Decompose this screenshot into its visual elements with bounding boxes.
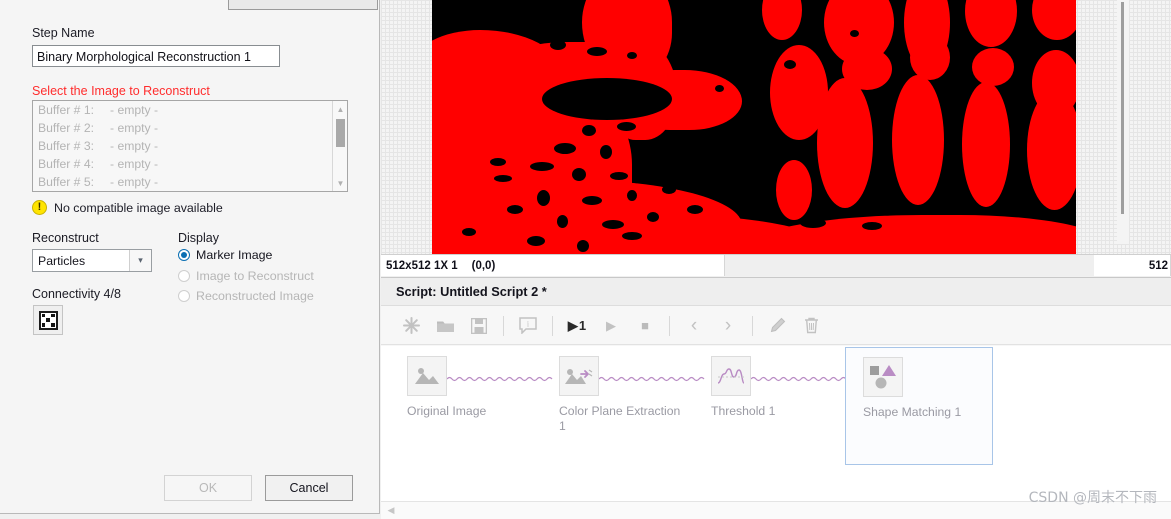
image-mountain-icon [407, 356, 447, 396]
scroll-left-icon[interactable]: ◀ [381, 502, 401, 519]
delete-step-icon[interactable] [794, 311, 828, 341]
status-secondary-size: 512 [1094, 255, 1171, 276]
image-status-bar: 512x512 1X 1 (0,0) 512 [381, 254, 1171, 276]
scroll-down-icon[interactable]: ▼ [333, 176, 347, 190]
stop-icon[interactable]: ■ [628, 311, 662, 341]
shape-matching-icon [863, 357, 903, 397]
buffer-number: Buffer # 5: [38, 175, 95, 189]
app-root: Step Name Select the Image to Reconstruc… [0, 0, 1171, 519]
dialog-title-strip [228, 0, 378, 10]
connectivity-label: Connectivity 4/8 [32, 287, 121, 301]
reconstruct-select[interactable]: Particles ▾ [32, 249, 152, 272]
step-name-label: Step Name [32, 26, 95, 40]
cancel-button[interactable]: Cancel [265, 475, 353, 501]
comment-icon[interactable]: i [511, 311, 545, 341]
radio-label: Image to Reconstruct [196, 269, 314, 283]
open-script-icon[interactable] [428, 311, 462, 341]
display-label: Display [178, 231, 219, 245]
step-caption: Color Plane Extraction 1 [559, 404, 681, 433]
radio-selected-icon [178, 249, 190, 261]
next-step-icon[interactable]: › [711, 311, 745, 341]
edit-step-icon[interactable] [760, 311, 794, 341]
toolbar-separator [669, 315, 670, 336]
radio-unselected-icon [178, 270, 190, 282]
script-step-shape-matching[interactable]: Shape Matching 1 [845, 347, 993, 465]
run-icon[interactable]: ▶ [594, 311, 628, 341]
reconstruct-label: Reconstruct [32, 231, 99, 245]
list-item[interactable]: Buffer # 1: - empty - [33, 101, 347, 119]
toolbar-separator [752, 315, 753, 336]
script-title: Script: Untitled Script 2 * [396, 284, 547, 299]
buffer-state: - empty - [110, 121, 159, 135]
chevron-down-icon[interactable]: ▾ [129, 250, 151, 271]
buffer-state: - empty - [110, 157, 159, 171]
run-once-icon[interactable]: ▶ 1 [560, 311, 594, 341]
buffer-list-scrollbar[interactable]: ▲ ▼ [332, 101, 347, 191]
toolbar-separator [503, 315, 504, 336]
connectivity-button[interactable] [33, 305, 63, 335]
svg-text:i: i [527, 320, 530, 329]
histogram-threshold-icon [711, 356, 751, 396]
save-script-icon[interactable] [462, 311, 496, 341]
status-image-info: 512x512 1X 1 (0,0) [381, 255, 725, 276]
status-size: 512x512 1X 1 [386, 259, 458, 272]
status-blank-segment [725, 255, 1094, 276]
radio-unselected-icon [178, 290, 190, 302]
new-script-icon[interactable] [394, 311, 428, 341]
buffer-listbox[interactable]: Buffer # 1: - empty - Buffer # 2: - empty … [32, 100, 348, 192]
buffer-number: Buffer # 2: [38, 121, 95, 135]
buffer-number: Buffer # 4: [38, 157, 95, 171]
scrollbar-thumb[interactable] [1121, 2, 1124, 214]
select-image-label: Select the Image to Reconstruct [32, 84, 210, 98]
list-item[interactable]: Buffer # 4: - empty - [33, 155, 347, 173]
step-name-input[interactable] [32, 45, 280, 67]
script-step-color-plane-extraction[interactable]: Color Plane Extraction 1 [541, 356, 689, 434]
script-panel: Script: Untitled Script 2 * i ▶ 1 ▶ ■ ‹ … [381, 277, 1171, 519]
radio-image-to-reconstruct: Image to Reconstruct [178, 269, 314, 283]
script-step-list[interactable]: Original Image Color Plane Extraction 1 … [381, 346, 1171, 501]
image-viewer[interactable] [381, 0, 1171, 254]
warning-exclamation-icon: ! [32, 200, 47, 215]
scrollbar-thumb[interactable] [336, 119, 345, 147]
step-caption: Original Image [407, 404, 487, 418]
binary-morphological-reconstruction-dialog: Step Name Select the Image to Reconstruc… [0, 0, 380, 514]
script-step-threshold[interactable]: Threshold 1 [693, 356, 841, 419]
list-item[interactable]: Buffer # 2: - empty - [33, 119, 347, 137]
connectivity-grid-icon [38, 310, 58, 330]
step-caption: Shape Matching 1 [863, 405, 962, 419]
list-item[interactable]: Buffer # 3: - empty - [33, 137, 347, 155]
color-plane-extraction-icon [559, 356, 599, 396]
buffer-state: - empty - [110, 103, 159, 117]
buffer-number: Buffer # 3: [38, 139, 95, 153]
ok-button[interactable]: OK [164, 475, 252, 501]
buffer-number: Buffer # 1: [38, 103, 95, 117]
radio-reconstructed-image: Reconstructed Image [178, 289, 314, 303]
buffer-state: - empty - [110, 175, 159, 189]
warning-text: No compatible image available [54, 200, 223, 215]
radio-label: Reconstructed Image [196, 289, 314, 303]
radio-marker-image[interactable]: Marker Image [178, 248, 272, 262]
scroll-up-icon[interactable]: ▲ [333, 102, 347, 116]
warning-message: ! No compatible image available [32, 200, 223, 215]
script-title-bar: Script: Untitled Script 2 * [381, 278, 1171, 306]
radio-label: Marker Image [196, 248, 273, 262]
binary-threshold-image[interactable] [432, 0, 1076, 254]
buffer-state: - empty - [110, 139, 159, 153]
reconstruct-selected-value: Particles [38, 253, 86, 268]
step-caption: Threshold 1 [711, 404, 776, 418]
script-step-original-image[interactable]: Original Image [389, 356, 537, 419]
list-item[interactable]: Buffer # 5: - empty - [33, 173, 347, 191]
watermark-text: CSDN @周末不下雨 [1028, 490, 1157, 506]
status-coords: (0,0) [471, 259, 496, 272]
toolbar-separator [552, 315, 553, 336]
script-toolbar: i ▶ 1 ▶ ■ ‹ › [381, 307, 1171, 345]
previous-step-icon[interactable]: ‹ [677, 311, 711, 341]
viewer-vertical-scrollbar[interactable] [1117, 0, 1129, 244]
